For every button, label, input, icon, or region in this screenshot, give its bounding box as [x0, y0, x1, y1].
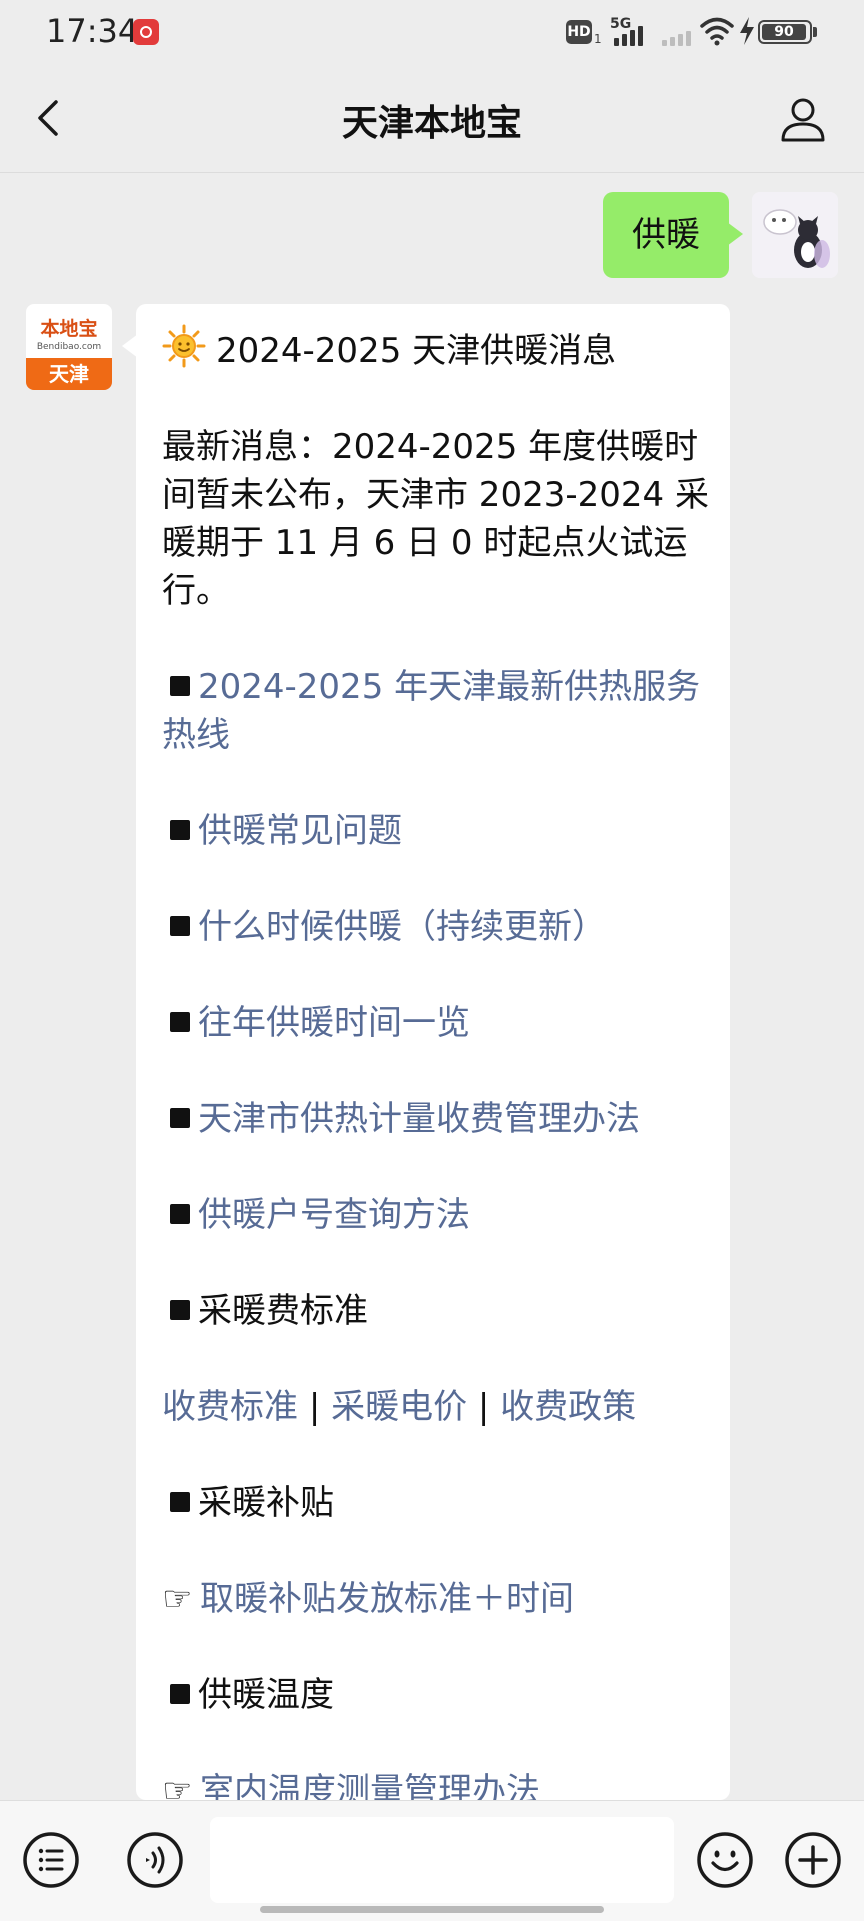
hand-pointer-icon: ☞ — [162, 1579, 193, 1619]
link-faq[interactable]: 供暖常见问题 — [198, 811, 402, 851]
bot-message-card: 2024-2025 天津供暖消息 最新消息：2024-2025 年度供暖时间暂未… — [122, 304, 730, 1811]
plus-icon[interactable] — [784, 1831, 842, 1889]
bullet-square-icon — [170, 1204, 190, 1224]
emoji-icon[interactable] — [696, 1831, 754, 1889]
link-item[interactable]: 供暖常见问题 — [162, 807, 712, 855]
page-title: 天津本地宝 — [341, 103, 522, 144]
status-time: 17:34 — [46, 12, 139, 50]
separator: | — [308, 1387, 321, 1427]
section-fee: 采暖费标准 — [162, 1287, 712, 1335]
user-message-bubble[interactable]: 供暖 — [603, 192, 743, 278]
link-fee-standard[interactable]: 收费标准 — [162, 1387, 298, 1427]
card-news-text: 最新消息：2024-2025 年度供暖时间暂未公布，天津市 2023-2024 … — [162, 427, 709, 611]
hd-badge: HD — [566, 20, 592, 44]
menu-list-icon[interactable] — [22, 1831, 80, 1889]
link-item[interactable]: 往年供暖时间一览 — [162, 999, 712, 1047]
bot-avatar-url: Bendibao.com — [36, 342, 102, 352]
screen-record-icon — [133, 19, 159, 45]
card-heading-row: 2024-2025 天津供暖消息 — [162, 324, 712, 375]
bullet-square-icon — [170, 1300, 190, 1320]
link-when-heating[interactable]: 什么时候供暖（持续更新） — [198, 907, 606, 947]
bot-avatar-logo: 本地宝 — [40, 318, 98, 340]
fee-links-row: 收费标准 | 采暖电价 | 收费政策 — [162, 1383, 712, 1431]
bullet-square-icon — [170, 1012, 190, 1032]
section-temperature: 供暖温度 — [162, 1671, 712, 1719]
link-item[interactable]: 2024-2025 年天津最新供热服务热线 — [162, 663, 712, 759]
battery-icon: 90 — [758, 20, 812, 44]
battery-tip — [813, 27, 817, 37]
bullet-square-icon — [170, 1108, 190, 1128]
bot-avatar[interactable]: 本地宝 Bendibao.com 天津 — [26, 304, 112, 390]
link-account-query[interactable]: 供暖户号查询方法 — [198, 1195, 470, 1235]
link-item[interactable]: 什么时候供暖（持续更新） — [162, 903, 712, 951]
home-indicator[interactable] — [260, 1906, 604, 1913]
link-subsidy[interactable]: 取暖补贴发放标准＋时间 — [200, 1579, 574, 1619]
sun-icon — [162, 324, 206, 368]
user-avatar-image — [752, 192, 838, 278]
section-subsidy-label: 采暖补贴 — [198, 1483, 334, 1523]
bullet-square-icon — [170, 916, 190, 936]
profile-icon[interactable] — [778, 94, 828, 144]
link-past-times[interactable]: 往年供暖时间一览 — [198, 1003, 470, 1043]
bullet-square-icon — [170, 820, 190, 840]
separator: | — [477, 1387, 490, 1427]
bot-avatar-city: 天津 — [26, 358, 112, 390]
title-bar: 天津本地宝 — [0, 64, 864, 173]
bullet-square-icon — [170, 676, 190, 696]
link-item[interactable]: 天津市供热计量收费管理办法 — [162, 1095, 712, 1143]
link-electricity-price[interactable]: 采暖电价 — [331, 1387, 467, 1427]
link-hotline[interactable]: 2024-2025 年天津最新供热服务热线 — [162, 667, 700, 755]
bullet-square-icon — [170, 1492, 190, 1512]
section-subsidy: 采暖补贴 — [162, 1479, 712, 1527]
input-bar — [0, 1800, 864, 1921]
link-item[interactable]: 供暖户号查询方法 — [162, 1191, 712, 1239]
voice-icon[interactable] — [126, 1831, 184, 1889]
section-fee-label: 采暖费标准 — [198, 1291, 368, 1331]
section-temperature-label: 供暖温度 — [198, 1675, 334, 1715]
user-avatar[interactable] — [752, 192, 838, 278]
link-fee-policy[interactable]: 收费政策 — [500, 1387, 636, 1427]
bullet-square-icon — [170, 1684, 190, 1704]
message-input[interactable] — [210, 1817, 674, 1903]
signal-secondary-icon — [662, 22, 691, 46]
card-heading: 2024-2025 天津供暖消息 — [216, 331, 617, 371]
wifi-icon — [700, 17, 734, 46]
subsidy-link-row[interactable]: ☞ 取暖补贴发放标准＋时间 — [162, 1575, 712, 1623]
link-metering-rules[interactable]: 天津市供热计量收费管理办法 — [198, 1099, 640, 1139]
signal-icon — [614, 22, 643, 46]
hd-sub-label: 1 — [594, 32, 602, 46]
status-bar: 17:34 HD 1 5G 90 — [0, 0, 864, 64]
charging-icon — [740, 17, 754, 45]
battery-level: 90 — [762, 24, 806, 40]
